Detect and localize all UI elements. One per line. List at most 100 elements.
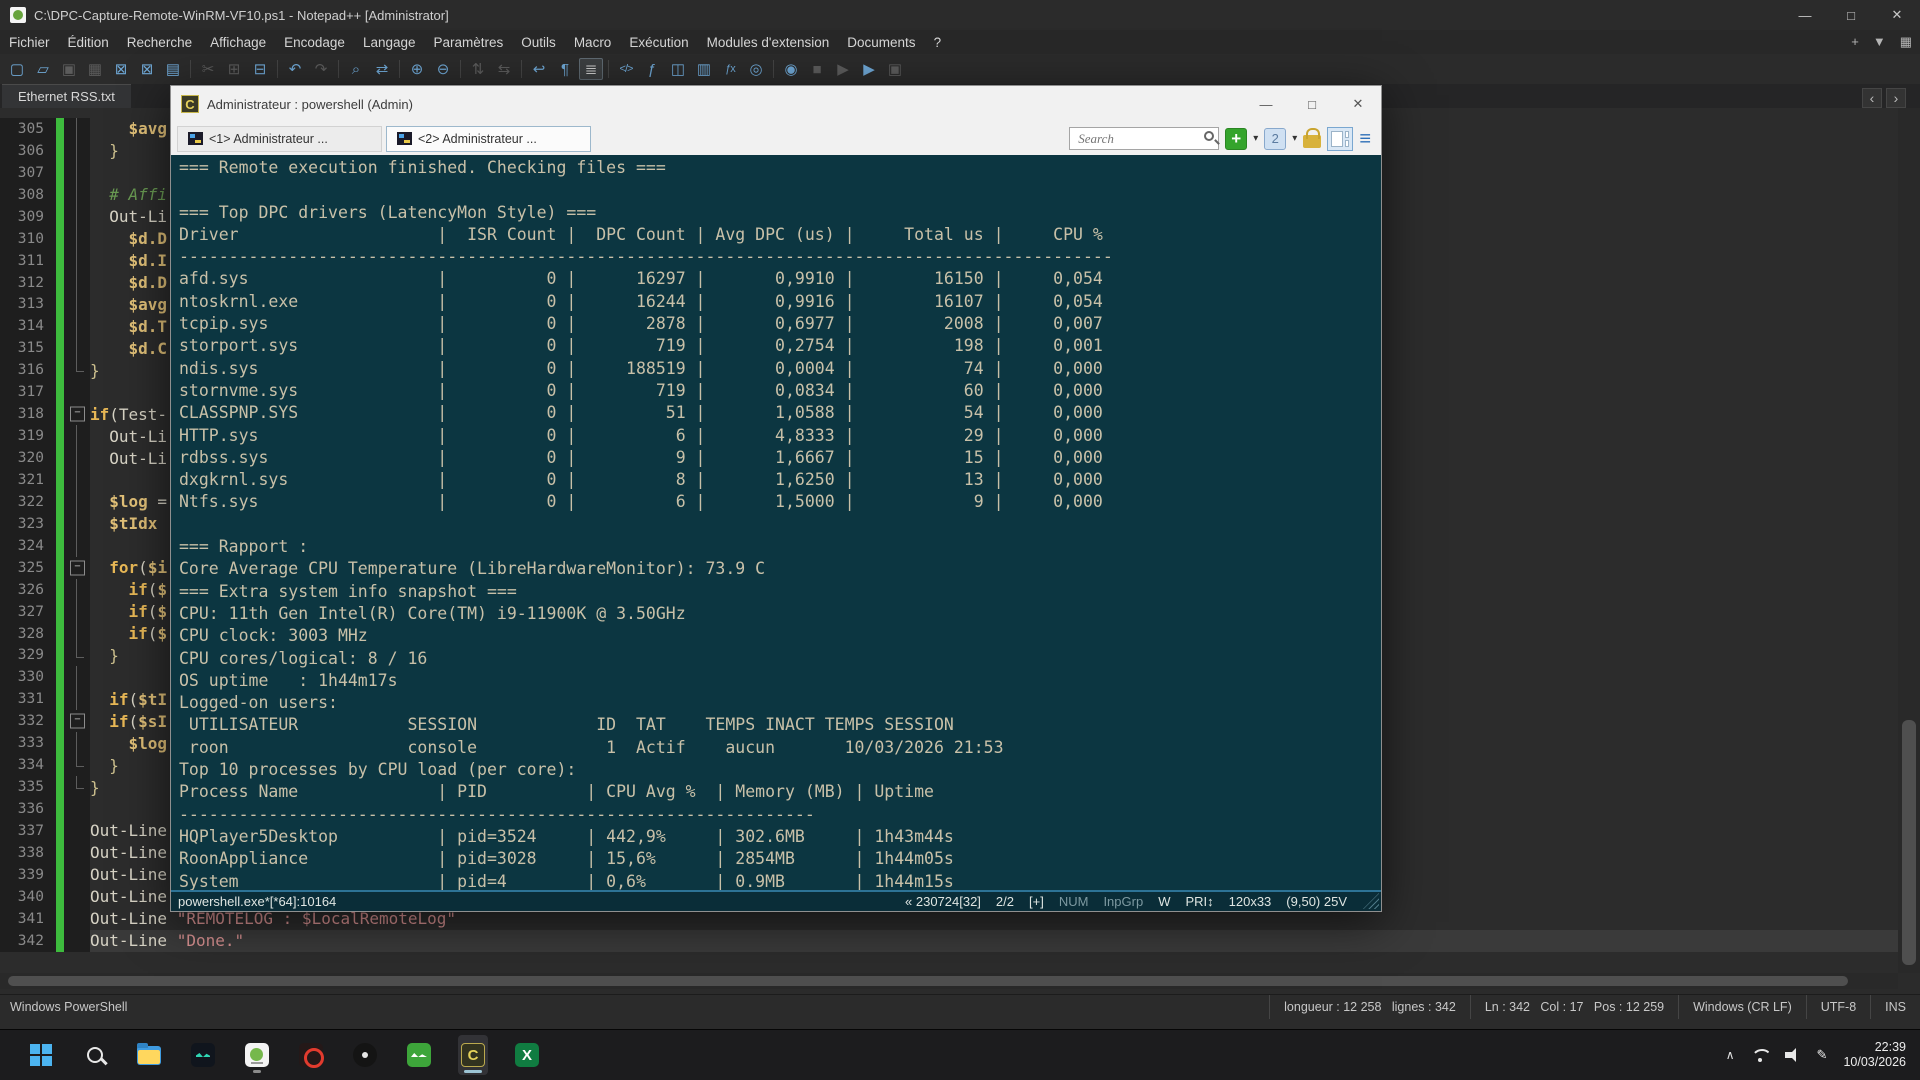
macro-play-icon[interactable]: ▶ <box>831 58 855 80</box>
macro-save-icon[interactable]: ▣ <box>883 58 907 80</box>
active-console-number-button[interactable]: 2 <box>1264 128 1286 150</box>
taskbar-hardware-monitor-icon[interactable] <box>404 1035 434 1075</box>
terminal-console[interactable]: === Remote execution finished. Checking … <box>171 155 1381 890</box>
redo-icon[interactable]: ↷ <box>309 58 333 80</box>
menu-outils[interactable]: Outils <box>512 32 565 53</box>
minimize-button[interactable]: — <box>1782 0 1828 30</box>
save-all-icon[interactable]: ▦ <box>83 58 107 80</box>
status-eol[interactable]: Windows (CR LF) <box>1678 995 1806 1019</box>
code-view-icon[interactable]: </> <box>614 58 638 80</box>
toolbar-separator <box>399 60 400 78</box>
document-map-icon[interactable]: ◫ <box>666 58 690 80</box>
fx-icon[interactable]: ƒx <box>718 58 742 80</box>
macro-record-icon[interactable]: ◉ <box>779 58 803 80</box>
code-text[interactable]: Out-Line "Done." <box>90 930 1898 952</box>
new-file-icon[interactable]: ▢ <box>5 58 29 80</box>
print-icon[interactable]: ▤ <box>161 58 185 80</box>
paste-icon[interactable]: ⊟ <box>248 58 272 80</box>
find-icon[interactable]: ⌕ <box>344 58 368 80</box>
taskbar-file-explorer-icon[interactable] <box>134 1035 164 1075</box>
split-panes-button[interactable] <box>1327 127 1353 151</box>
menu-modules-d-extension[interactable]: Modules d'extension <box>698 32 839 53</box>
line-number: 325 <box>0 557 56 579</box>
menu-encodage[interactable]: Encodage <box>275 32 354 53</box>
wifi-icon[interactable] <box>1751 1049 1769 1062</box>
menu-fichier[interactable]: Fichier <box>0 32 59 53</box>
word-wrap-icon[interactable]: ↩ <box>527 58 551 80</box>
sync-vertical-icon[interactable]: ⇅ <box>466 58 490 80</box>
menu-langage[interactable]: Langage <box>354 32 425 53</box>
menu-documents[interactable]: Documents <box>838 32 924 53</box>
pen-icon[interactable]: ✎ <box>1817 1047 1828 1063</box>
fold-margin <box>64 908 90 930</box>
fold-margin[interactable] <box>64 403 90 425</box>
terminal-maximize-button[interactable]: □ <box>1289 86 1335 122</box>
console-list-dropdown-icon[interactable]: ▾ <box>1292 133 1297 144</box>
change-marker <box>56 579 64 601</box>
tray-chevron-up-icon[interactable]: ∧ <box>1726 1048 1735 1062</box>
vertical-scrollbar-thumb[interactable] <box>1902 720 1916 965</box>
show-all-characters-icon[interactable]: ¶ <box>553 58 577 80</box>
taskbar-taskbar-search-icon[interactable] <box>80 1035 110 1075</box>
close-all-icon[interactable]: ⊠ <box>135 58 159 80</box>
cut-icon[interactable]: ✂ <box>196 58 220 80</box>
replace-icon[interactable]: ⇄ <box>370 58 394 80</box>
window-panels-icon[interactable]: ▦ <box>1900 34 1912 50</box>
resize-grip[interactable] <box>1363 893 1379 909</box>
macro-stop-icon[interactable]: ■ <box>805 58 829 80</box>
menu-macro[interactable]: Macro <box>565 32 621 53</box>
terminal-minimize-button[interactable]: — <box>1243 86 1289 122</box>
taskbar-excel-icon[interactable]: X <box>512 1035 542 1075</box>
terminal-tab-1[interactable]: <1> Administrateur ... <box>177 126 382 152</box>
taskbar-notepad-plus-plus-icon[interactable] <box>242 1035 272 1075</box>
chevron-down-icon[interactable]: ▼ <box>1873 34 1886 50</box>
copy-icon[interactable]: ⊞ <box>222 58 246 80</box>
horizontal-scrollbar-thumb[interactable] <box>8 976 1848 986</box>
menu-recherche[interactable]: Recherche <box>118 32 201 53</box>
taskbar-conemu-terminal-icon[interactable]: C <box>458 1035 488 1075</box>
tab-scroll-left-button[interactable]: ‹ <box>1862 88 1882 108</box>
indent-guide-icon[interactable]: ≣ <box>579 58 603 80</box>
terminal-tab-2[interactable]: <2> Administrateur ... <box>386 126 591 152</box>
vertical-scrollbar[interactable] <box>1898 108 1920 973</box>
save-icon[interactable]: ▣ <box>57 58 81 80</box>
tab-ethernet-rss[interactable]: Ethernet RSS.txt <box>2 84 131 108</box>
fold-margin <box>64 930 90 952</box>
menu-affichage[interactable]: Affichage <box>201 32 275 53</box>
zoom-in-icon[interactable]: ⊕ <box>405 58 429 80</box>
new-console-dropdown-icon[interactable]: ▾ <box>1253 133 1258 144</box>
taskbar-roon-icon[interactable] <box>350 1035 380 1075</box>
menu--dition[interactable]: Édition <box>59 32 118 53</box>
monitoring-icon[interactable]: ◎ <box>744 58 768 80</box>
tab-scroll-right-button[interactable]: › <box>1886 88 1906 108</box>
menu-param-tres[interactable]: Paramètres <box>425 32 513 53</box>
close-doc-icon[interactable]: ⊠ <box>109 58 133 80</box>
menu-?[interactable]: ? <box>925 32 951 53</box>
maximize-button[interactable]: □ <box>1828 0 1874 30</box>
horizontal-scrollbar[interactable] <box>0 973 1898 989</box>
status-insert-mode[interactable]: INS <box>1870 995 1920 1019</box>
document-list-icon[interactable]: ▥ <box>692 58 716 80</box>
open-folder-icon[interactable]: ▱ <box>31 58 55 80</box>
terminal-search-input[interactable] <box>1069 127 1219 150</box>
undo-icon[interactable]: ↶ <box>283 58 307 80</box>
function-list-icon[interactable]: ƒ <box>640 58 664 80</box>
fold-margin <box>64 776 90 798</box>
zoom-out-icon[interactable]: ⊖ <box>431 58 455 80</box>
close-button[interactable]: ✕ <box>1874 0 1920 30</box>
lock-icon[interactable] <box>1303 135 1321 148</box>
menu-ex-cution[interactable]: Exécution <box>620 32 697 53</box>
sync-horizontal-icon[interactable]: ⇆ <box>492 58 516 80</box>
new-console-button[interactable]: + <box>1225 128 1247 150</box>
tray-clock[interactable]: 22:39 10/03/2026 <box>1843 1040 1906 1070</box>
taskbar-start-button-icon[interactable] <box>26 1035 56 1075</box>
taskbar-hqplayer-icon[interactable] <box>296 1035 326 1075</box>
status-encoding[interactable]: UTF-8 <box>1806 995 1870 1019</box>
macro-run-multiple-icon[interactable]: ▶ <box>857 58 881 80</box>
fold-margin[interactable] <box>64 557 90 579</box>
taskbar-audio-app-icon[interactable] <box>188 1035 218 1075</box>
terminal-close-button[interactable]: ✕ <box>1335 86 1381 122</box>
new-tab-plus-icon[interactable]: + <box>1851 34 1859 50</box>
fold-margin[interactable] <box>64 710 90 732</box>
volume-icon[interactable] <box>1785 1048 1801 1062</box>
